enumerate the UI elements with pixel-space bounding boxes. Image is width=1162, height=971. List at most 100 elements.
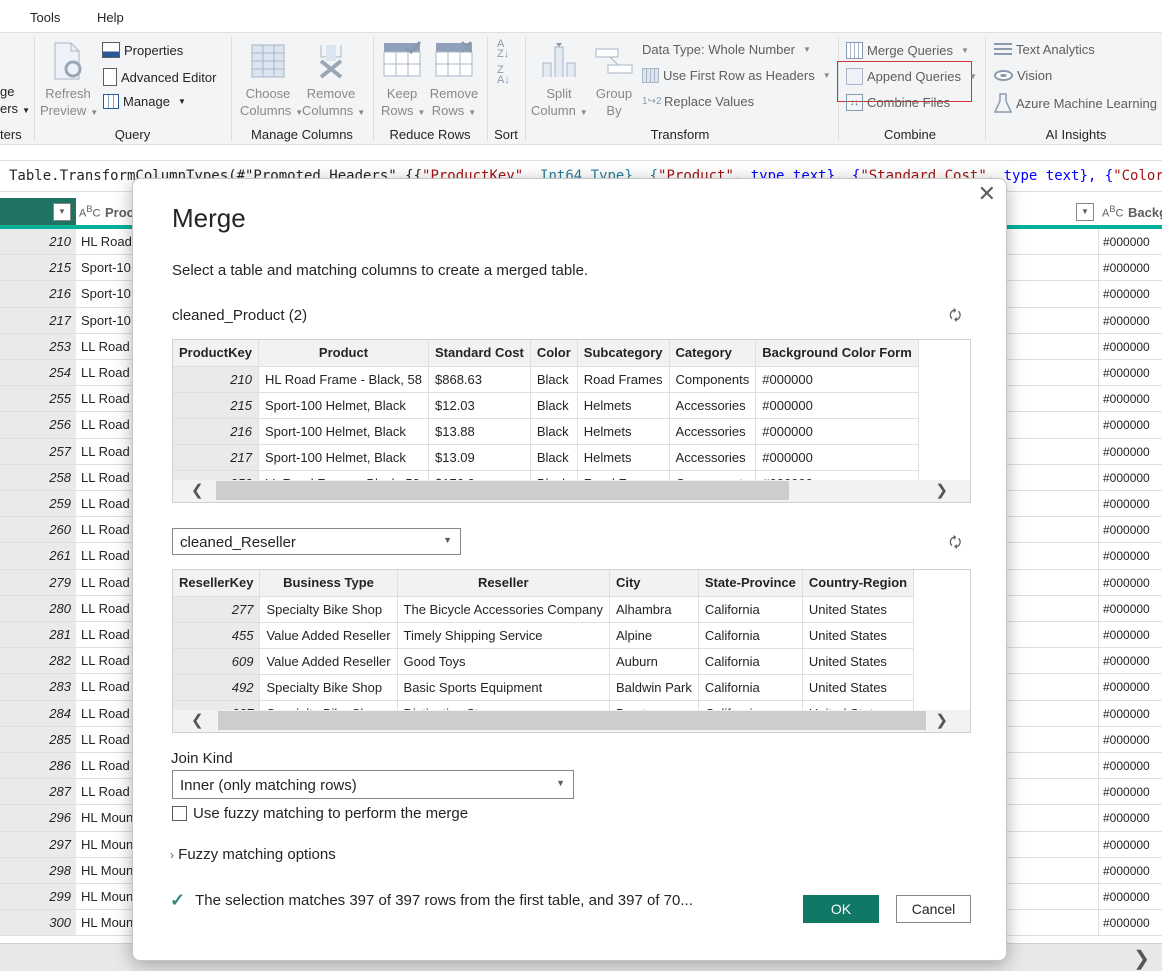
column-header[interactable]: Business Type bbox=[259, 570, 398, 597]
row-product[interactable]: LL Road bbox=[77, 648, 137, 673]
row-product[interactable]: LL Road bbox=[77, 465, 137, 490]
scrollbar-thumb[interactable] bbox=[218, 711, 926, 730]
row-background-color[interactable]: #000000 bbox=[1098, 622, 1162, 648]
scroll-left-icon[interactable]: ❮ bbox=[191, 481, 204, 499]
fuzzy-matching-checkbox[interactable] bbox=[172, 806, 187, 821]
column-header[interactable]: Product bbox=[258, 340, 430, 367]
row-product[interactable]: LL Road bbox=[77, 622, 137, 647]
row-background-color[interactable]: #000000 bbox=[1098, 700, 1162, 726]
scroll-right-icon[interactable]: ❯ bbox=[935, 711, 948, 729]
ok-button[interactable]: OK bbox=[803, 895, 879, 923]
row-key[interactable]: 283 bbox=[0, 674, 76, 700]
scroll-left-icon[interactable]: ❮ bbox=[191, 711, 204, 729]
row-product[interactable]: Sport-10 bbox=[77, 255, 137, 280]
row-background-color[interactable]: #000000 bbox=[1098, 255, 1162, 281]
row-product[interactable]: HL Moun bbox=[77, 884, 137, 909]
choose-columns-button[interactable]: Choose Columns ▼ bbox=[240, 43, 303, 121]
row-background-color[interactable]: #000000 bbox=[1098, 674, 1162, 700]
group-by-button[interactable]: Group By bbox=[593, 41, 635, 119]
row-background-color[interactable]: #000000 bbox=[1098, 360, 1162, 386]
row-key[interactable]: 255 bbox=[0, 386, 76, 412]
menu-help[interactable]: Help bbox=[97, 10, 124, 25]
remove-columns-button[interactable]: Remove Columns ▼ bbox=[302, 43, 365, 121]
row-key[interactable]: 280 bbox=[0, 595, 76, 621]
row-key[interactable]: 256 bbox=[0, 412, 76, 438]
row-background-color[interactable]: #000000 bbox=[1098, 779, 1162, 805]
column-header[interactable]: State-Province bbox=[698, 570, 803, 597]
scroll-right-icon[interactable]: ❯ bbox=[935, 481, 948, 499]
row-key[interactable]: 285 bbox=[0, 726, 76, 752]
row-key[interactable]: 216 bbox=[0, 281, 76, 307]
row-key[interactable]: 282 bbox=[0, 648, 76, 674]
azure-ml-button[interactable]: Azure Machine Learning bbox=[994, 93, 1157, 113]
advanced-editor-button[interactable]: Advanced Editor bbox=[103, 68, 216, 86]
row-product[interactable]: HL Moun bbox=[77, 858, 137, 883]
row-background-color[interactable]: #000000 bbox=[1098, 884, 1162, 910]
fuzzy-matching-checkbox-row[interactable]: Use fuzzy matching to perform the merge bbox=[172, 805, 468, 822]
use-first-row-headers-button[interactable]: Use First Row as Headers ▼ bbox=[642, 68, 831, 83]
replace-values-button[interactable]: 1↪2 Replace Values bbox=[642, 94, 754, 109]
append-queries-button[interactable]: Append Queries ▼ bbox=[846, 68, 977, 85]
row-product[interactable]: LL Road bbox=[77, 439, 137, 464]
manage-button[interactable]: Manage ▼ bbox=[103, 94, 186, 109]
first-table-scrollbar[interactable]: ❮ ❯ bbox=[173, 480, 970, 502]
row-background-color[interactable]: #000000 bbox=[1098, 726, 1162, 752]
column-header[interactable]: Color bbox=[530, 340, 578, 367]
column-header[interactable]: Subcategory bbox=[577, 340, 670, 367]
column-filter-dropdown-icon[interactable]: ▼ bbox=[1076, 203, 1094, 221]
sort-descending-button[interactable]: Z A↓ bbox=[497, 65, 515, 86]
row-background-color[interactable]: #000000 bbox=[1098, 753, 1162, 779]
menu-tools[interactable]: Tools bbox=[30, 10, 60, 25]
second-table-scrollbar[interactable]: ❮ ❯ bbox=[173, 710, 970, 732]
text-analytics-button[interactable]: Text Analytics bbox=[994, 42, 1095, 57]
row-background-color[interactable]: #000000 bbox=[1098, 386, 1162, 412]
column-filter-dropdown-icon[interactable]: ▼ bbox=[53, 203, 71, 221]
remove-rows-button[interactable]: Remove Rows ▼ bbox=[429, 41, 479, 121]
row-product[interactable]: LL Road bbox=[77, 779, 137, 804]
scroll-right-icon[interactable]: ❯ bbox=[1133, 946, 1150, 971]
row-product[interactable]: HL Road bbox=[77, 229, 137, 254]
row-background-color[interactable]: #000000 bbox=[1098, 464, 1162, 490]
column-header-background[interactable]: Backg bbox=[1128, 205, 1162, 220]
row-background-color[interactable]: #000000 bbox=[1098, 831, 1162, 857]
column-header[interactable]: City bbox=[609, 570, 699, 597]
partial-group-button[interactable]: ge ers ▼ bbox=[0, 83, 30, 119]
refresh-preview-icon[interactable]: 🗘 bbox=[949, 532, 962, 556]
column-header-product[interactable]: Proc bbox=[105, 205, 134, 220]
row-background-color[interactable]: #000000 bbox=[1098, 333, 1162, 359]
row-background-color[interactable]: #000000 bbox=[1098, 229, 1162, 255]
split-column-button[interactable]: Split Column ▼ bbox=[531, 41, 588, 121]
row-key[interactable]: 298 bbox=[0, 857, 76, 883]
row-product[interactable]: HL Moun bbox=[77, 805, 137, 830]
close-icon[interactable]: ✕ bbox=[978, 181, 996, 207]
row-product[interactable]: LL Road bbox=[77, 491, 137, 516]
row-background-color[interactable]: #000000 bbox=[1098, 648, 1162, 674]
fuzzy-matching-options-toggle[interactable]: › Fuzzy matching options bbox=[170, 846, 336, 863]
row-key[interactable]: 257 bbox=[0, 438, 76, 464]
row-background-color[interactable]: #000000 bbox=[1098, 805, 1162, 831]
row-key[interactable]: 296 bbox=[0, 805, 76, 831]
column-header[interactable]: Category bbox=[669, 340, 757, 367]
row-key[interactable]: 279 bbox=[0, 569, 76, 595]
row-product[interactable]: Sport-10 bbox=[77, 308, 137, 333]
merge-queries-button[interactable]: Merge Queries ▼ bbox=[846, 42, 969, 59]
row-background-color[interactable]: #000000 bbox=[1098, 857, 1162, 883]
row-background-color[interactable]: #000000 bbox=[1098, 910, 1162, 936]
row-product[interactable]: LL Road bbox=[77, 386, 137, 411]
sort-ascending-button[interactable]: A Z↓ bbox=[497, 39, 515, 60]
row-product[interactable]: LL Road bbox=[77, 517, 137, 542]
row-key[interactable]: 284 bbox=[0, 700, 76, 726]
row-product[interactable]: LL Road bbox=[77, 360, 137, 385]
refresh-preview-icon[interactable]: 🗘 bbox=[949, 305, 962, 329]
row-product[interactable]: LL Road bbox=[77, 570, 137, 595]
row-key[interactable]: 281 bbox=[0, 622, 76, 648]
scrollbar-thumb[interactable] bbox=[216, 481, 789, 500]
row-key[interactable]: 286 bbox=[0, 753, 76, 779]
row-key[interactable]: 261 bbox=[0, 543, 76, 569]
cancel-button[interactable]: Cancel bbox=[896, 895, 971, 923]
row-product[interactable]: LL Road bbox=[77, 334, 137, 359]
row-product[interactable]: LL Road bbox=[77, 727, 137, 752]
row-product[interactable]: HL Moun bbox=[77, 832, 137, 857]
row-key[interactable]: 260 bbox=[0, 517, 76, 543]
row-product[interactable]: LL Road bbox=[77, 543, 137, 568]
